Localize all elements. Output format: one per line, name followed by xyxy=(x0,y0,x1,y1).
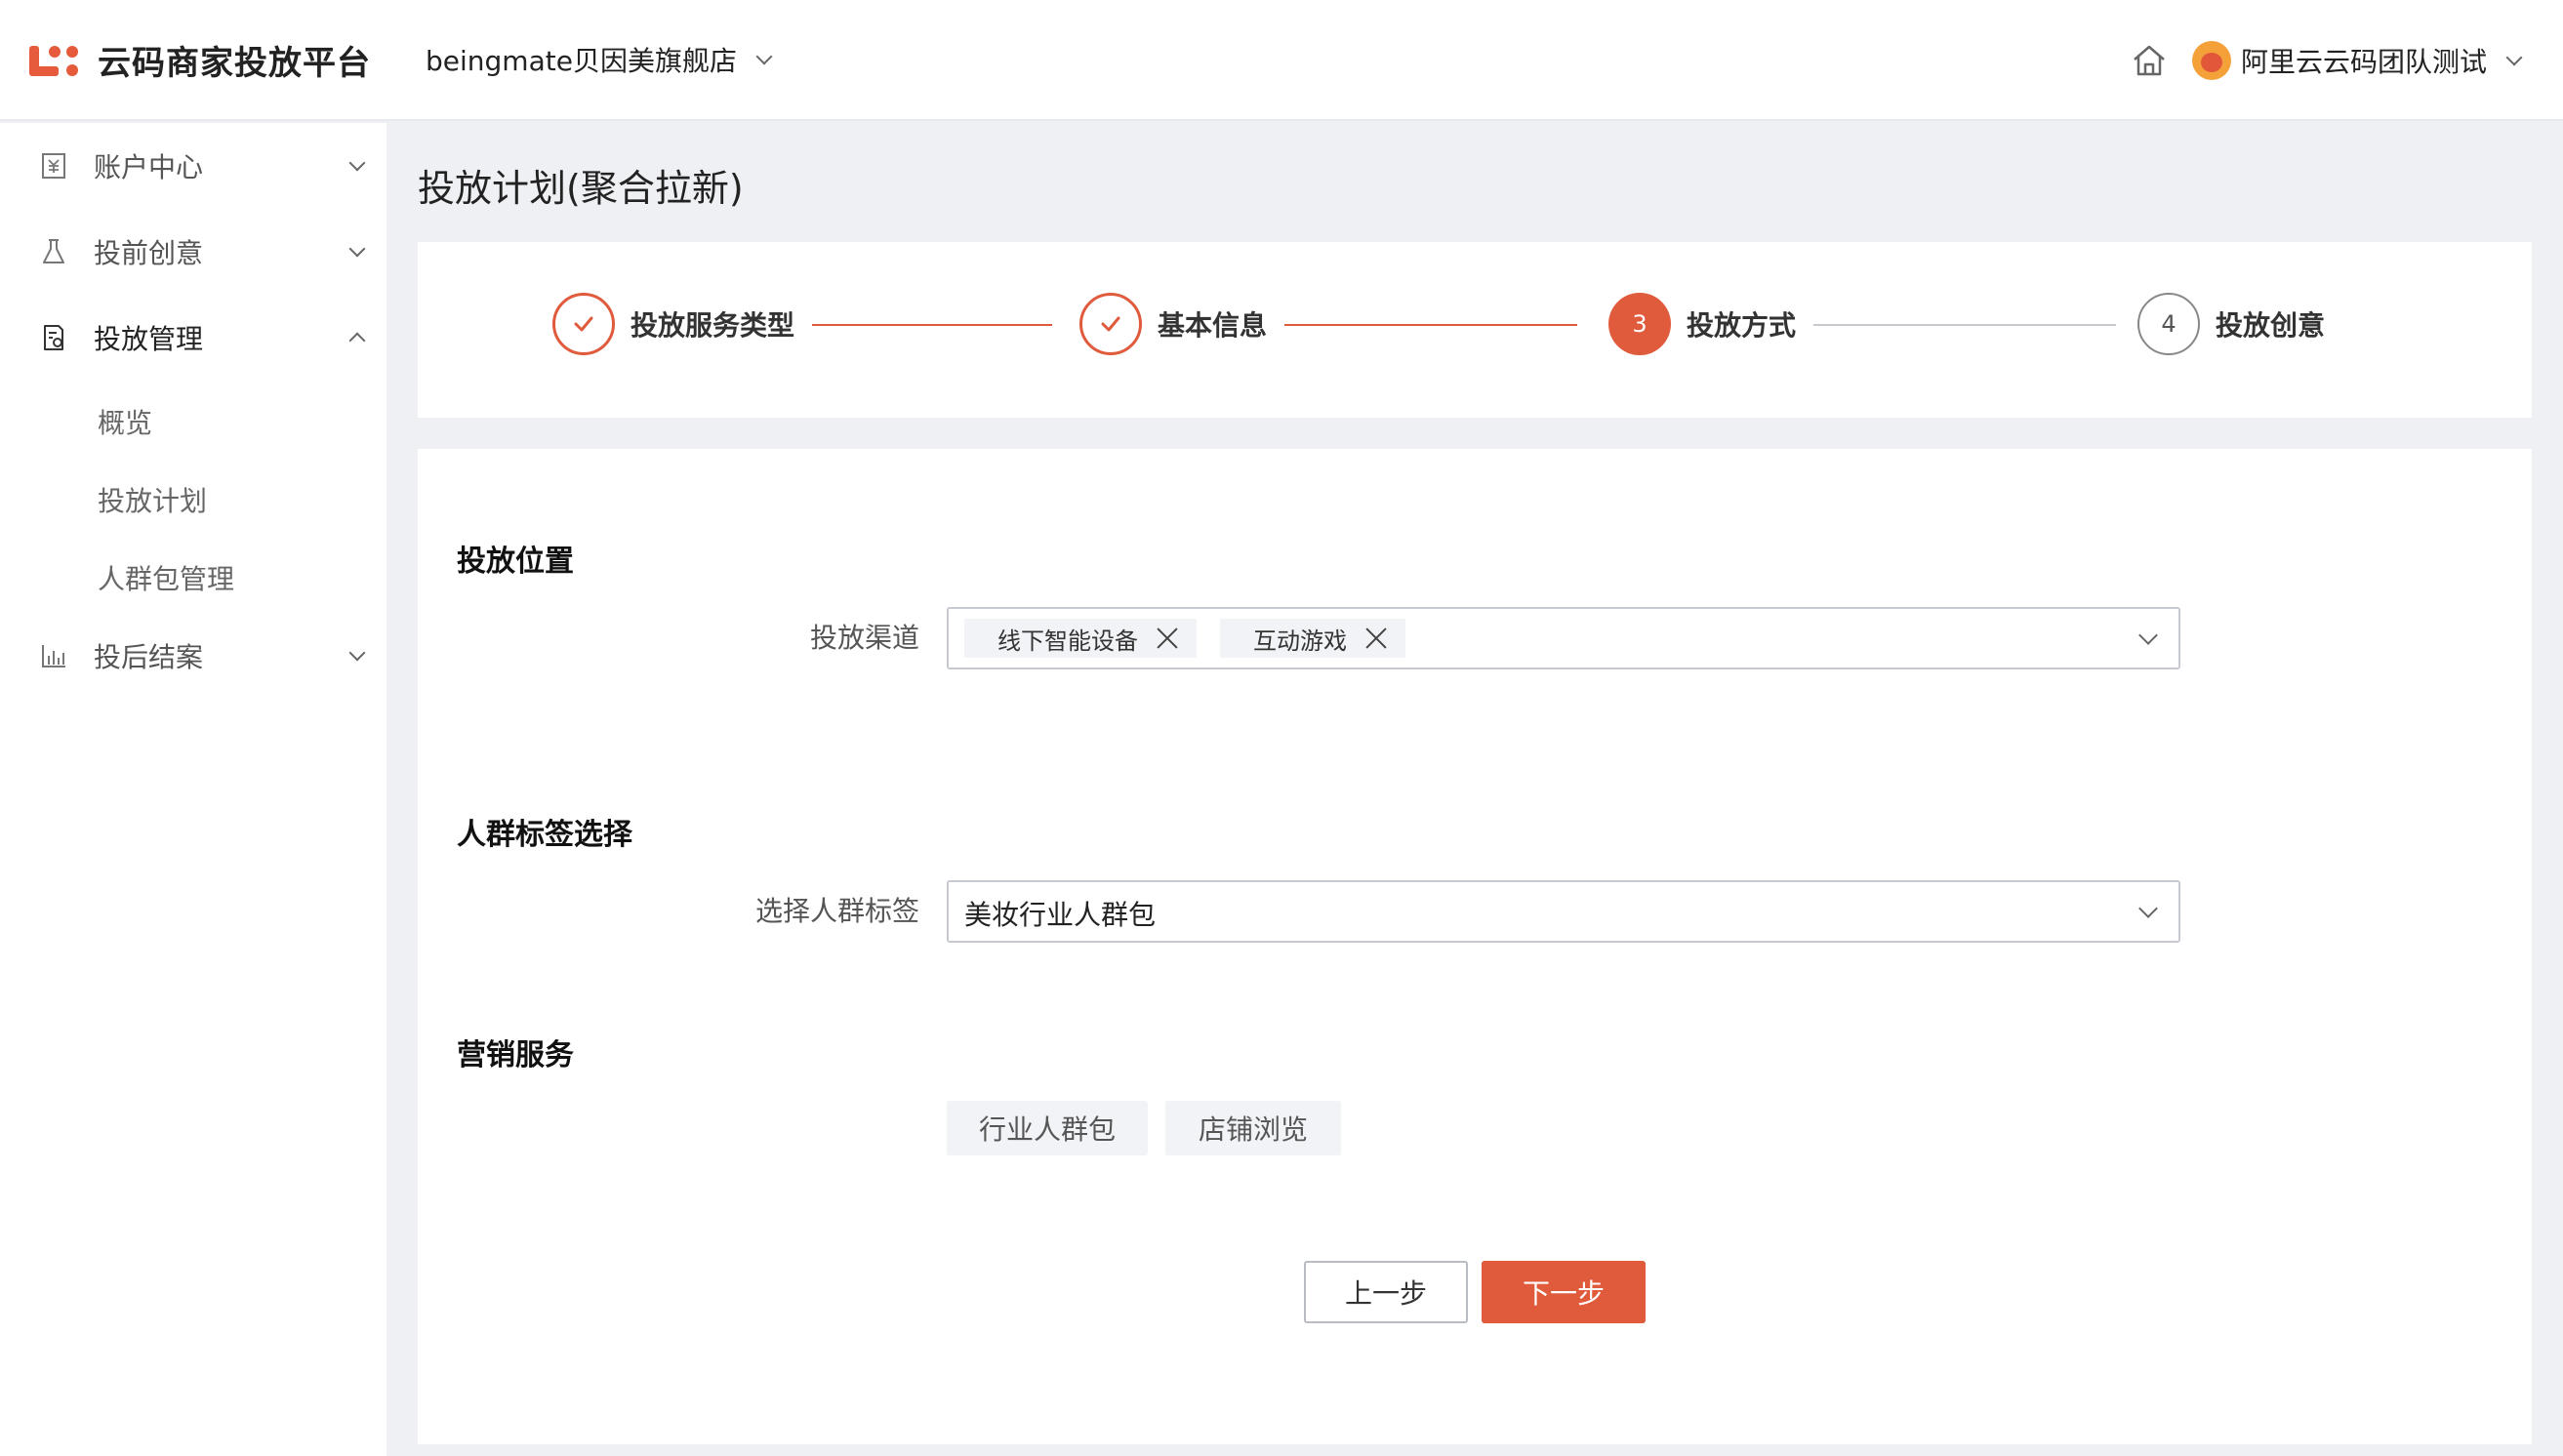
section-title-placement: 投放位置 xyxy=(457,545,574,579)
chevron-down-icon xyxy=(348,644,366,662)
sidebar-item-label: 账户中心 xyxy=(94,151,204,183)
flask-icon xyxy=(43,239,64,263)
step-label: 基本信息 xyxy=(1158,309,1268,342)
step-connector xyxy=(1284,324,1577,326)
audience-label: 选择人群标签 xyxy=(754,895,919,927)
top-header: 云码商家投放平台 beingmate贝因美旗舰店 阿里云云码团队测试 xyxy=(0,0,2563,121)
step-4: 4 投放创意 xyxy=(2137,293,2325,355)
sidebar-item-post-report[interactable]: 投后结案 xyxy=(0,627,386,685)
channel-select[interactable]: 线下智能设备 互动游戏 xyxy=(947,607,2180,669)
avatar[interactable] xyxy=(2191,41,2231,80)
sidebar-subitem-overview[interactable]: 概览 xyxy=(98,402,152,441)
chevron-down-icon xyxy=(2138,626,2158,645)
sidebar-nav: 账户中心 投前创意 投放管理 概览 投放计划 人群包管理 投后结案 xyxy=(0,123,386,1456)
bar-chart-icon xyxy=(42,645,65,667)
steps-bar: 投放服务类型 基本信息 3 投放方式 4 投放创意 xyxy=(418,242,2532,418)
sidebar-item-label: 投后结案 xyxy=(94,641,204,673)
step-3: 3 投放方式 xyxy=(1608,293,1796,355)
check-icon xyxy=(574,316,593,332)
chevron-down-icon xyxy=(348,154,366,172)
sidebar-subitem-audience-package[interactable]: 人群包管理 xyxy=(98,558,234,597)
step-connector xyxy=(812,324,1052,326)
step-label: 投放服务类型 xyxy=(631,309,795,342)
page-title: 投放计划(聚合拉新) xyxy=(418,167,744,210)
marketing-option-industry-audience[interactable]: 行业人群包 xyxy=(947,1101,1148,1155)
account-icon xyxy=(42,153,65,179)
step-todo-circle: 4 xyxy=(2137,293,2200,355)
channel-tag: 线下智能设备 xyxy=(964,619,1197,658)
chevron-up-icon xyxy=(348,332,366,349)
step-current-circle: 3 xyxy=(1608,293,1671,355)
sidebar-item-pre-creative[interactable]: 投前创意 xyxy=(0,222,386,281)
header-right: 阿里云云码团队测试 xyxy=(2130,0,2523,121)
tag-label: 互动游戏 xyxy=(1253,627,1347,655)
tag-label: 线下智能设备 xyxy=(997,627,1138,655)
step-connector xyxy=(1813,324,2116,326)
store-name: beingmate贝因美旗舰店 xyxy=(426,45,737,77)
logo-mark-icon xyxy=(27,40,80,79)
step-done-circle xyxy=(552,293,615,355)
sidebar-subitem-delivery-plan[interactable]: 投放计划 xyxy=(98,480,207,519)
next-step-button[interactable]: 下一步 xyxy=(1482,1261,1646,1323)
home-icon[interactable] xyxy=(2130,41,2169,80)
audience-select-value: 美妆行业人群包 xyxy=(964,899,1157,931)
document-icon xyxy=(44,325,63,350)
step-1: 投放服务类型 xyxy=(552,293,794,355)
chevron-down-icon xyxy=(755,48,773,65)
check-icon xyxy=(1101,316,1120,332)
audience-select[interactable]: 美妆行业人群包 xyxy=(947,880,2180,943)
marketing-option-store-browse[interactable]: 店铺浏览 xyxy=(1165,1101,1341,1155)
sidebar-item-delivery-management[interactable]: 投放管理 xyxy=(0,308,386,367)
step-label: 投放创意 xyxy=(2216,309,2326,342)
prev-step-button[interactable]: 上一步 xyxy=(1304,1261,1468,1323)
channel-label: 投放渠道 xyxy=(809,622,919,654)
sidebar-item-label: 投前创意 xyxy=(94,237,204,269)
section-title-marketing: 营销服务 xyxy=(457,1038,574,1072)
chevron-down-icon xyxy=(348,240,366,258)
chevron-down-icon[interactable] xyxy=(2505,49,2523,66)
logo[interactable]: 云码商家投放平台 xyxy=(27,36,371,84)
section-title-audience: 人群标签选择 xyxy=(457,818,632,852)
close-icon[interactable] xyxy=(1363,625,1390,652)
step-label: 投放方式 xyxy=(1687,309,1797,342)
store-selector[interactable]: beingmate贝因美旗舰店 xyxy=(426,40,773,79)
sidebar-item-label: 投放管理 xyxy=(94,323,204,355)
user-name[interactable]: 阿里云云码团队测试 xyxy=(2241,41,2487,80)
step-2: 基本信息 xyxy=(1079,293,1267,355)
form-card: 投放位置 投放渠道 线下智能设备 互动游戏 人群标签选择 选择人群标签 美妆行业… xyxy=(418,449,2532,1444)
channel-tag: 互动游戏 xyxy=(1220,619,1405,658)
close-icon[interactable] xyxy=(1154,625,1181,652)
step-done-circle xyxy=(1079,293,1142,355)
sidebar-item-account-center[interactable]: 账户中心 xyxy=(0,137,386,195)
chevron-down-icon xyxy=(2138,899,2158,918)
logo-text: 云码商家投放平台 xyxy=(98,43,371,83)
